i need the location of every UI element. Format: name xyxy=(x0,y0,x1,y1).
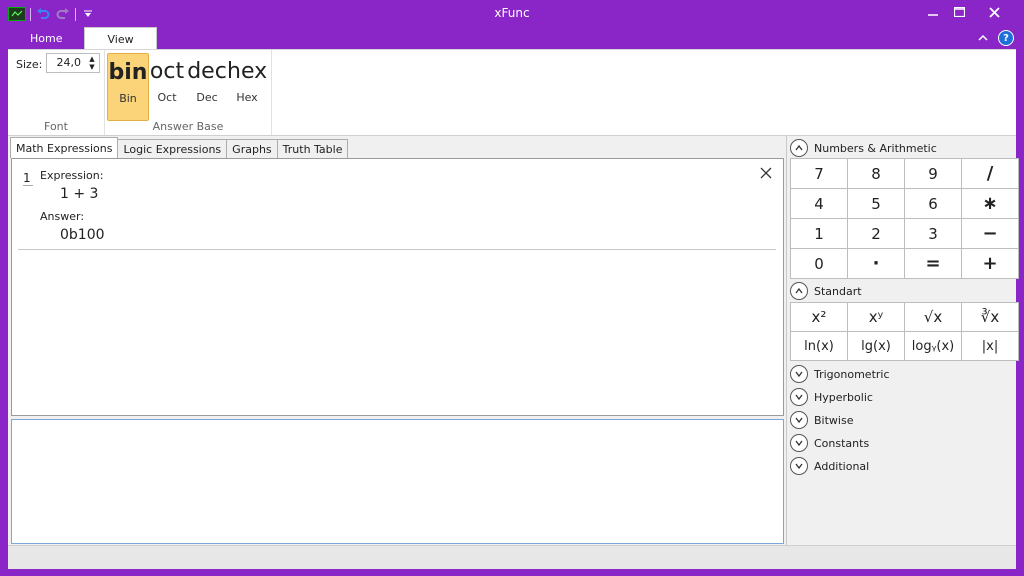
key-8[interactable]: 8 xyxy=(847,158,905,189)
chevron-up-icon[interactable] xyxy=(790,282,808,300)
expression-input[interactable] xyxy=(11,419,784,544)
category-constants[interactable]: Constants xyxy=(790,433,869,453)
key-abs[interactable]: |x| xyxy=(961,331,1019,361)
standart-keypad: x² xʸ √x ∛x ln(x) lg(x) logᵧ(x) |x| xyxy=(790,302,1019,361)
base-oct-big: oct xyxy=(149,59,185,84)
divider xyxy=(18,249,776,250)
key-square[interactable]: x² xyxy=(790,302,848,332)
close-button[interactable] xyxy=(970,0,1018,24)
category-label: Hyperbolic xyxy=(814,390,873,404)
category-label: Bitwise xyxy=(814,413,854,427)
base-hex-big: hex xyxy=(227,59,268,84)
category-label: Trigonometric xyxy=(814,367,890,381)
font-size-value[interactable]: 24,0 xyxy=(57,56,82,69)
close-icon[interactable] xyxy=(759,166,773,180)
key-6[interactable]: 6 xyxy=(904,188,962,219)
tab-logic-expressions[interactable]: Logic Expressions xyxy=(117,139,228,159)
chevron-down-icon[interactable] xyxy=(790,388,808,406)
key-sqrt[interactable]: √x xyxy=(904,302,962,332)
ribbon-controls: ? xyxy=(978,30,1014,46)
stepper-arrows[interactable]: ▲ ▼ xyxy=(87,55,97,71)
function-panel: Numbers & Arithmetic 7 8 9 / 4 5 6 ∗ 1 2… xyxy=(788,136,1019,546)
base-bin-big: bin xyxy=(108,60,148,85)
splitter[interactable] xyxy=(786,136,787,546)
category-label: Numbers & Arithmetic xyxy=(814,141,937,155)
key-2[interactable]: 2 xyxy=(847,218,905,249)
chevron-down-icon[interactable] xyxy=(790,457,808,475)
base-hex-button[interactable]: hex Hex xyxy=(227,53,267,119)
font-group-label: Font xyxy=(44,120,68,133)
key-root[interactable]: ∛x xyxy=(961,302,1019,332)
key-equals[interactable]: = xyxy=(904,248,962,279)
key-power[interactable]: xʸ xyxy=(847,302,905,332)
category-label: Additional xyxy=(814,459,870,473)
expression-value: 1 + 3 xyxy=(60,186,99,202)
tab-graphs[interactable]: Graphs xyxy=(226,139,278,159)
category-standart[interactable]: Standart xyxy=(790,281,862,301)
expression-number: 1 xyxy=(23,171,33,186)
increment-icon[interactable]: ▲ xyxy=(87,55,97,63)
key-decimal[interactable]: · xyxy=(847,248,905,279)
app-window: xFunc Home View ? Size: 24,0 ▲ ▼ Font bi… xyxy=(0,0,1024,576)
key-0[interactable]: 0 xyxy=(790,248,848,279)
base-dec-label: Dec xyxy=(196,91,218,104)
expression-label: Expression: xyxy=(40,169,104,182)
numbers-keypad: 7 8 9 / 4 5 6 ∗ 1 2 3 − 0 · = + xyxy=(790,158,1019,279)
size-label: Size: xyxy=(16,58,43,71)
key-lg[interactable]: lg(x) xyxy=(847,331,905,361)
category-additional[interactable]: Additional xyxy=(790,456,869,476)
window-title: xFunc xyxy=(494,6,530,20)
expression-list: 1 Expression: 1 + 3 Answer: 0b100 xyxy=(11,158,784,416)
category-label: Standart xyxy=(814,284,862,298)
key-divide[interactable]: / xyxy=(961,158,1019,189)
document-tabs: Math Expressions Logic Expressions Graph… xyxy=(10,137,349,159)
title-bar: xFunc xyxy=(0,0,1024,27)
chevron-down-icon[interactable] xyxy=(790,365,808,383)
category-label: Constants xyxy=(814,436,870,450)
base-oct-label: Oct xyxy=(157,91,177,104)
category-hyperbolic[interactable]: Hyperbolic xyxy=(790,387,873,407)
category-numbers[interactable]: Numbers & Arithmetic xyxy=(790,138,937,158)
base-bin-label: Bin xyxy=(119,92,137,105)
answer-value: 0b100 xyxy=(60,227,105,243)
key-1[interactable]: 1 xyxy=(790,218,848,249)
category-trigonometric[interactable]: Trigonometric xyxy=(790,364,890,384)
key-7[interactable]: 7 xyxy=(790,158,848,189)
chevron-down-icon[interactable] xyxy=(790,411,808,429)
base-dec-big: dec xyxy=(187,59,227,84)
answer-label: Answer: xyxy=(40,210,85,223)
key-ln[interactable]: ln(x) xyxy=(790,331,848,361)
chevron-down-icon[interactable] xyxy=(790,434,808,452)
key-3[interactable]: 3 xyxy=(904,218,962,249)
answer-base-label: Answer Base xyxy=(152,120,224,133)
tab-view[interactable]: View xyxy=(84,27,157,51)
key-5[interactable]: 5 xyxy=(847,188,905,219)
decrement-icon[interactable]: ▼ xyxy=(87,63,97,71)
tab-truth-table[interactable]: Truth Table xyxy=(276,139,349,159)
font-group: Size: 24,0 ▲ ▼ Font xyxy=(8,50,105,135)
collapse-ribbon-icon[interactable] xyxy=(978,31,988,45)
key-multiply[interactable]: ∗ xyxy=(961,188,1019,219)
font-size-stepper[interactable]: 24,0 ▲ ▼ xyxy=(46,53,100,73)
key-add[interactable]: + xyxy=(961,248,1019,279)
key-9[interactable]: 9 xyxy=(904,158,962,189)
tab-home[interactable]: Home xyxy=(8,27,84,49)
chevron-up-icon[interactable] xyxy=(790,139,808,157)
key-subtract[interactable]: − xyxy=(961,218,1019,249)
ribbon-tabs: Home View xyxy=(8,27,157,51)
tab-math-expressions[interactable]: Math Expressions xyxy=(10,137,119,158)
ribbon-panel: Size: 24,0 ▲ ▼ Font bin Bin oct Oct dec … xyxy=(8,49,1016,135)
key-4[interactable]: 4 xyxy=(790,188,848,219)
base-oct-button[interactable]: oct Oct xyxy=(147,53,187,119)
main-area: Math Expressions Logic Expressions Graph… xyxy=(8,135,1019,546)
answer-base-group: bin Bin oct Oct dec Dec hex Hex Answer B… xyxy=(105,50,272,135)
category-bitwise[interactable]: Bitwise xyxy=(790,410,853,430)
status-bar xyxy=(8,545,1016,569)
base-dec-button[interactable]: dec Dec xyxy=(187,53,227,119)
key-log[interactable]: logᵧ(x) xyxy=(904,331,962,361)
base-hex-label: Hex xyxy=(236,91,258,104)
help-icon[interactable]: ? xyxy=(998,30,1014,46)
base-bin-button[interactable]: bin Bin xyxy=(107,53,149,121)
expressions-pane: Math Expressions Logic Expressions Graph… xyxy=(8,136,786,546)
